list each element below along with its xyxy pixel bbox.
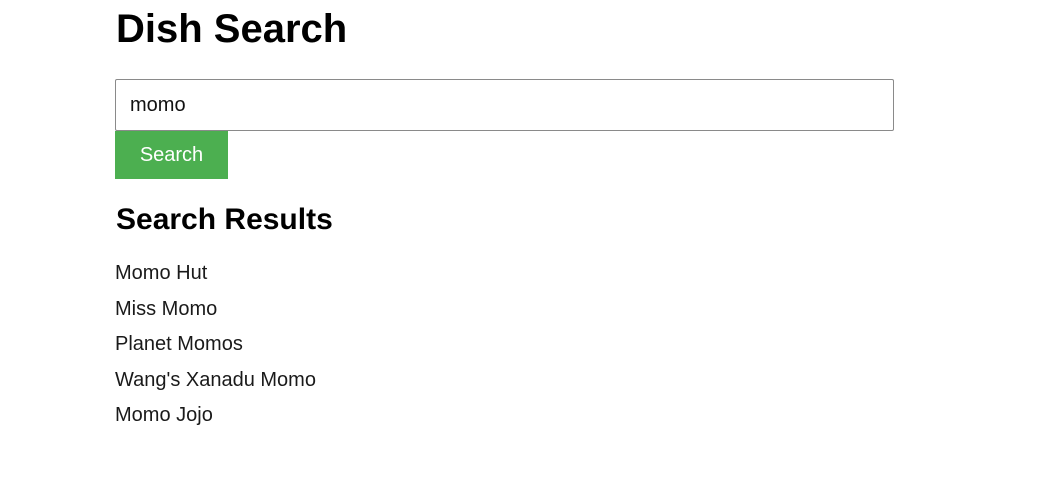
result-item: Momo Hut [115, 262, 208, 284]
results-list: Momo Hut Miss Momo Planet Momos Wang's X… [115, 256, 316, 434]
search-button[interactable]: Search [115, 131, 228, 179]
result-item: Planet Momos [115, 333, 243, 355]
page-title: Dish Search [116, 7, 348, 51]
result-item: Momo Jojo [115, 404, 213, 426]
results-heading: Search Results [116, 203, 333, 236]
result-item: Miss Momo [115, 297, 218, 320]
result-item: Wang's Xanadu Momo [115, 368, 316, 391]
page: Dish Search Search Search Results Momo H… [0, 0, 1041, 482]
search-input[interactable] [115, 79, 894, 131]
